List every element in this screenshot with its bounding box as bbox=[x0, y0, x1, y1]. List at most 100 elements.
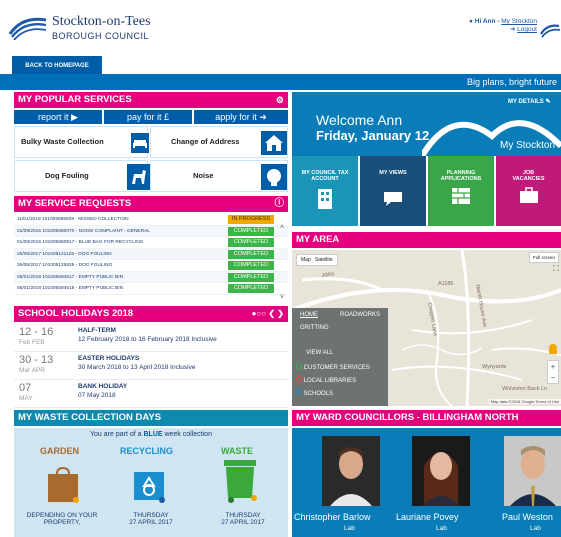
service-tile-bulky-waste[interactable]: Bulky Waste Collection bbox=[14, 126, 149, 158]
recycling-box-icon bbox=[134, 472, 165, 503]
recycling-collection-full: 27 APRIL 2017 bbox=[129, 519, 173, 526]
request-row[interactable]: 05/01/2018 101006594517 - EMPTY PUBLIC B… bbox=[14, 271, 288, 283]
status-badge: COMPLETED bbox=[228, 284, 274, 293]
request-row[interactable]: 26/06/2017 101005126826 - DOG FOULING COM… bbox=[14, 260, 288, 272]
council-logo-icon[interactable] bbox=[8, 14, 48, 40]
radio-icon bbox=[296, 376, 302, 382]
school-holidays-header: SCHOOL HOLIDAYS 2018 ●○○ ❮ ❯ bbox=[14, 306, 288, 322]
waste-collection-panel: You are part of a BLUE week collection G… bbox=[14, 428, 288, 537]
councillor-photo-avatar[interactable] bbox=[322, 436, 380, 506]
service-tile-change-of-address[interactable]: Change of Address bbox=[150, 126, 288, 158]
waste-collection-day: THURSDAY bbox=[225, 512, 261, 519]
chat-bubble-icon bbox=[384, 192, 402, 206]
waste-collection-title: MY WASTE COLLECTION DAYS bbox=[18, 412, 162, 423]
edit-icon: ✎ bbox=[545, 99, 551, 105]
map-layer-panel: HOME ROADWORKS GRITTING VIEW ALL CUSTOME… bbox=[292, 308, 388, 406]
layer-schools[interactable]: SCHOOLS bbox=[296, 389, 333, 397]
chevron-up-icon[interactable]: ˄ bbox=[280, 224, 286, 232]
road-label: Wolviston Back Ln bbox=[502, 386, 548, 392]
map-tab-home[interactable]: HOME bbox=[300, 312, 318, 318]
my-stockton-link[interactable]: My Stockton bbox=[501, 18, 537, 25]
house-icon bbox=[261, 131, 287, 155]
service-tile-noise[interactable]: Noise bbox=[150, 160, 288, 192]
map-tab-roadworks[interactable]: ROADWORKS bbox=[340, 312, 380, 318]
pegman-icon[interactable] bbox=[549, 344, 557, 354]
expand-icon[interactable]: ⛶ bbox=[553, 264, 559, 274]
holiday-dates: 12 February 2018 to 16 February 2018 Inc… bbox=[78, 336, 217, 343]
collection-week-pre: You are part of a bbox=[90, 431, 142, 438]
mini-logo-icon bbox=[540, 24, 561, 38]
holiday-title: BANK HOLIDAY bbox=[78, 383, 128, 390]
request-row[interactable]: 05/01/2018 101006594518 - EMPTY PUBLIC B… bbox=[14, 283, 288, 295]
collection-week-post: week collection bbox=[164, 431, 212, 438]
my-views-tile[interactable]: MY VIEWS bbox=[360, 156, 426, 226]
fullscreen-button[interactable]: Full screen bbox=[528, 252, 559, 263]
zoom-out-icon[interactable]: − bbox=[548, 372, 558, 383]
planning-applications-tile[interactable]: PLANNING APPLICATIONS bbox=[428, 156, 494, 226]
back-to-homepage-tab[interactable]: BACK TO HOMEPAGE bbox=[12, 56, 102, 76]
status-badge: COMPLETED bbox=[228, 238, 274, 247]
layer-customer-services[interactable]: CUSTOMER SERVICES bbox=[296, 363, 370, 371]
greeting: Hi Ann - bbox=[474, 18, 500, 25]
council-tax-tile[interactable]: MY COUNCIL TAX ACCOUNT bbox=[292, 156, 358, 226]
request-text: 25/06/2017 101005121125 - DOG FOULING bbox=[17, 251, 112, 257]
pay-for-it-label: pay for it bbox=[126, 112, 162, 122]
waste-collection-header: MY WASTE COLLECTION DAYS bbox=[14, 410, 288, 426]
service-tile-dog-fouling[interactable]: Dog Fouling bbox=[14, 160, 151, 192]
tile-label: PLANNING APPLICATIONS bbox=[440, 170, 482, 182]
fullscreen-label: Full screen bbox=[532, 255, 555, 260]
my-details-link[interactable]: MY DETAILS ✎ bbox=[508, 98, 550, 105]
tagline-bar: Big plans, bright future bbox=[0, 74, 561, 90]
service-requests-list: 11/01/2018 101006686939 - MISSED COLLECT… bbox=[14, 214, 288, 304]
map-type-satellite[interactable]: Satellite bbox=[315, 257, 333, 263]
zoom-control[interactable]: + − bbox=[547, 360, 559, 384]
report-it-tab[interactable]: report it ▶ bbox=[14, 110, 102, 124]
pay-for-it-tab[interactable]: pay for it £ bbox=[104, 110, 192, 124]
request-row[interactable]: 11/01/2018 101006686939 - MISSED COLLECT… bbox=[14, 214, 288, 226]
garden-collection-line1: DEPENDING ON YOUR bbox=[26, 512, 98, 519]
request-row[interactable]: 01/09/2016 101006650070 - NOISE COMPLAIN… bbox=[14, 225, 288, 237]
councillor-photo-avatar[interactable] bbox=[504, 436, 561, 506]
apply-for-it-tab[interactable]: apply for it ➜ bbox=[194, 110, 288, 124]
request-text: 05/01/2018 101006594518 - EMPTY PUBLIC B… bbox=[17, 286, 124, 291]
service-tile-label: Bulky Waste Collection bbox=[21, 137, 104, 146]
dog-icon bbox=[127, 164, 151, 190]
service-requests-title: MY SERVICE REQUESTS bbox=[18, 198, 132, 209]
layer-view-all[interactable]: VIEW ALL bbox=[306, 350, 333, 356]
map-type-map[interactable]: Map bbox=[301, 257, 311, 263]
logo-subtitle: BOROUGH COUNCIL bbox=[52, 31, 150, 41]
councillor-photo-avatar[interactable] bbox=[412, 436, 470, 506]
sign-in-icon: ➜ bbox=[259, 112, 267, 122]
logo-title: Stockton-on-Tees bbox=[52, 14, 151, 29]
collection-week-color: BLUE bbox=[143, 431, 163, 438]
info-icon[interactable]: ⓘ bbox=[274, 196, 284, 212]
gear-icon[interactable]: ⚙ bbox=[276, 92, 284, 108]
pound-icon: £ bbox=[164, 112, 170, 122]
request-row[interactable]: 01/09/2016 101006650917 - BLUE BAG FOR R… bbox=[14, 237, 288, 249]
councillor-name[interactable]: Paul Weston bbox=[502, 512, 553, 522]
request-row[interactable]: 25/06/2017 101005121125 - DOG FOULING COM… bbox=[14, 248, 288, 260]
carousel-controls[interactable]: ●○○ ❮ ❯ bbox=[252, 306, 284, 322]
councillor-name[interactable]: Christopher Barlow bbox=[294, 512, 371, 522]
road-label: Wynyards bbox=[482, 364, 507, 370]
ward-councillors-header: MY WARD COUNCILLORS - BILLINGHAM NORTH bbox=[292, 410, 561, 426]
status-badge: COMPLETED bbox=[228, 226, 274, 236]
logout-icon: ➜ bbox=[509, 26, 516, 33]
ward-councillors-panel: Christopher Barlow Lab Lauriane Povey La… bbox=[292, 428, 561, 537]
councillor-name[interactable]: Lauriane Povey bbox=[396, 512, 459, 522]
road-label: A1185 bbox=[438, 281, 454, 287]
holiday-day: 30 - 13 bbox=[19, 354, 54, 366]
holiday-month: Feb FEB bbox=[19, 339, 45, 346]
zoom-in-icon[interactable]: + bbox=[548, 361, 558, 372]
layer-local-libraries[interactable]: LOCAL LIBRARIES bbox=[296, 376, 356, 384]
logout-link[interactable]: Logout bbox=[517, 26, 537, 33]
chevron-down-icon[interactable]: ˅ bbox=[280, 294, 286, 302]
bin-title-waste: WASTE bbox=[221, 446, 254, 456]
tile-label: MY VIEWS bbox=[379, 170, 407, 176]
job-vacancies-tile[interactable]: JOB VACANCIES bbox=[496, 156, 561, 226]
requests-scrollbar[interactable]: ˄ ˅ bbox=[280, 224, 286, 302]
garden-collection-text: DEPENDING ON YOUR PROPERTY, bbox=[14, 512, 110, 526]
garden-bag-icon bbox=[48, 466, 79, 503]
map-tab-gritting[interactable]: GRITTING bbox=[300, 325, 329, 331]
map-type-control: Map Satellite bbox=[296, 254, 338, 266]
